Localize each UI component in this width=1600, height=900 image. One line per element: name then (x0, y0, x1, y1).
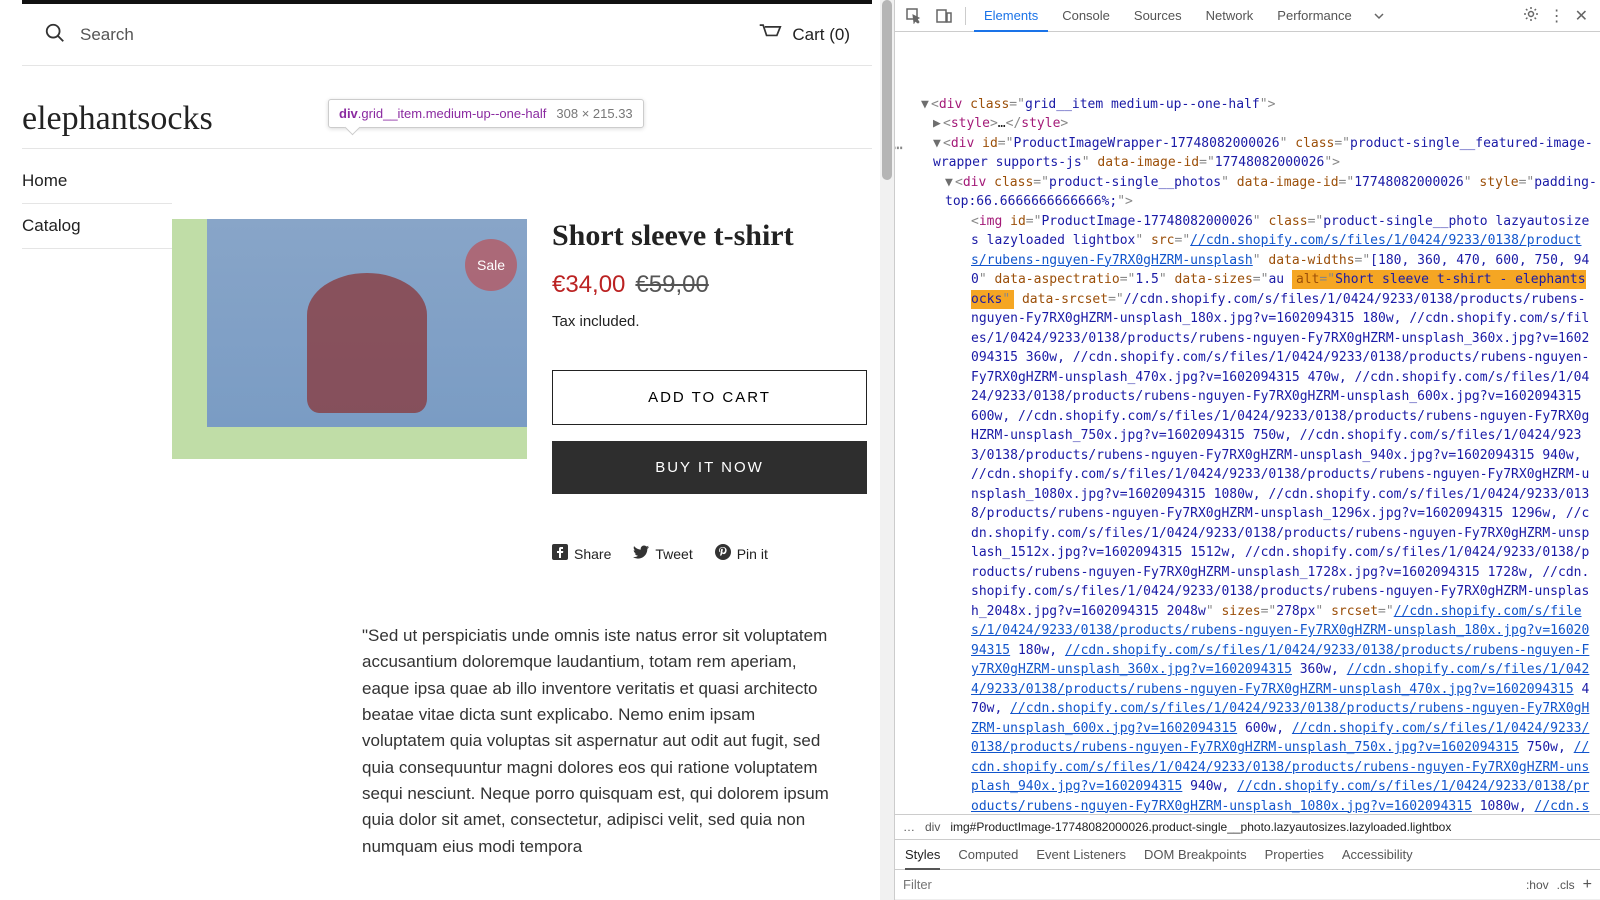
tab-console[interactable]: Console (1052, 0, 1120, 32)
nav-home[interactable]: Home (22, 171, 172, 204)
collapsed-ellipsis-icon: ⋯ (895, 136, 903, 160)
inspected-element-highlight: Sale (172, 219, 527, 459)
sidebar-nav: Home Catalog (22, 148, 172, 860)
device-toolbar-icon[interactable] (931, 3, 957, 29)
subtab-styles[interactable]: Styles (905, 840, 940, 870)
tax-note: Tax included. (552, 313, 872, 330)
product-image[interactable]: Sale (207, 219, 527, 427)
product-title: Short sleeve t-shirt (552, 219, 872, 253)
subtab-event-listeners[interactable]: Event Listeners (1036, 840, 1126, 870)
subtab-dom-breakpoints[interactable]: DOM Breakpoints (1144, 840, 1247, 870)
facebook-icon (552, 544, 568, 563)
search-icon[interactable] (44, 22, 66, 47)
subtab-computed[interactable]: Computed (958, 840, 1018, 870)
tab-performance[interactable]: Performance (1267, 0, 1361, 32)
hov-toggle[interactable]: :hov (1526, 878, 1549, 892)
styles-filter-input[interactable] (903, 877, 1518, 892)
cart-label: Cart (0) (792, 25, 850, 45)
settings-icon[interactable] (1523, 6, 1539, 25)
topbar: Search Cart (0) (22, 0, 872, 66)
more-tabs-icon[interactable] (1366, 3, 1392, 29)
cart-link[interactable]: Cart (0) (758, 22, 850, 47)
pinterest-icon (715, 544, 731, 563)
page-scrollbar[interactable] (880, 0, 894, 900)
cart-icon (758, 22, 782, 47)
subtab-properties[interactable]: Properties (1265, 840, 1324, 870)
styles-filter-row: :hov .cls + (895, 870, 1600, 900)
kebab-icon[interactable]: ⋮ (1549, 6, 1565, 26)
twitter-icon (633, 544, 649, 563)
product-description: "Sed ut perspiciatis unde omnis iste nat… (362, 623, 832, 860)
page-viewport: Search Cart (0) elephantsocks Home Catal… (0, 0, 895, 900)
close-devtools-icon[interactable]: ✕ (1575, 6, 1588, 26)
breadcrumb-trail[interactable]: … div img#ProductImage-17748082000026.pr… (895, 814, 1600, 840)
buy-now-button[interactable]: BUY IT NOW (552, 441, 867, 494)
price: €34,00€59,00 (552, 271, 872, 299)
styles-subtabs: Styles Computed Event Listeners DOM Brea… (895, 840, 1600, 870)
tab-network[interactable]: Network (1196, 0, 1264, 32)
subtab-accessibility[interactable]: Accessibility (1342, 840, 1413, 870)
new-style-rule-icon[interactable]: + (1583, 876, 1592, 894)
main-content: div.grid__item.medium-up--one-half308 × … (172, 148, 872, 860)
devtools-panel: Elements Console Sources Network Perform… (895, 0, 1600, 900)
tab-sources[interactable]: Sources (1124, 0, 1192, 32)
sale-badge: Sale (465, 239, 517, 291)
social-share: Share Tweet Pin it (552, 544, 872, 563)
share-pinterest[interactable]: Pin it (715, 544, 768, 563)
share-facebook[interactable]: Share (552, 544, 611, 563)
devtools-tabbar: Elements Console Sources Network Perform… (895, 0, 1600, 32)
share-twitter[interactable]: Tweet (633, 544, 692, 563)
inspect-element-icon[interactable] (901, 3, 927, 29)
nav-catalog[interactable]: Catalog (22, 204, 172, 249)
inspect-tooltip: div.grid__item.medium-up--one-half308 × … (328, 99, 644, 128)
dom-tree[interactable]: ⋯ ▼<div class="grid__item medium-up--one… (895, 32, 1600, 814)
cls-toggle[interactable]: .cls (1557, 878, 1575, 892)
add-to-cart-button[interactable]: ADD TO CART (552, 370, 867, 425)
tab-elements[interactable]: Elements (974, 0, 1048, 32)
search-input[interactable]: Search (80, 25, 134, 45)
